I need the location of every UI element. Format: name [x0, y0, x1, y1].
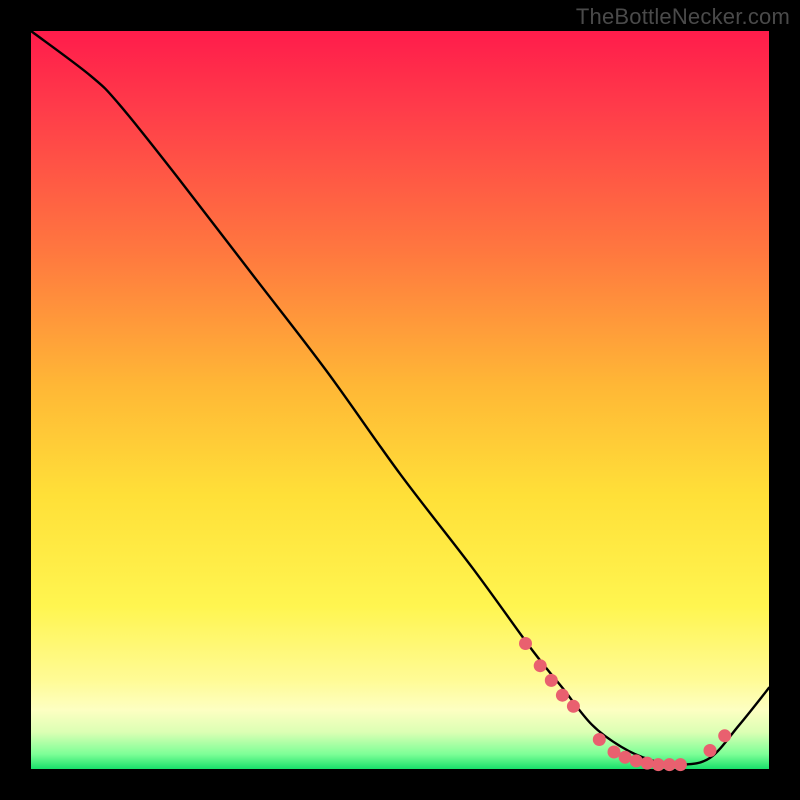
highlight-dot	[608, 746, 621, 759]
highlight-dot	[567, 700, 580, 713]
highlight-dot	[556, 689, 569, 702]
highlight-dot	[619, 751, 632, 764]
highlight-dot	[534, 659, 547, 672]
highlight-dot	[630, 754, 643, 767]
highlight-dot	[545, 674, 558, 687]
bottleneck-curve	[31, 31, 769, 765]
plot-area	[31, 31, 769, 769]
highlight-dot	[704, 744, 717, 757]
highlight-dot	[519, 637, 532, 650]
chart-frame: TheBottleNecker.com	[0, 0, 800, 800]
highlight-dot	[593, 733, 606, 746]
highlight-dot	[652, 758, 665, 771]
highlight-dot	[718, 729, 731, 742]
chart-svg	[31, 31, 769, 769]
highlight-dot	[674, 758, 687, 771]
highlight-dots-group	[519, 637, 731, 771]
highlight-dot	[641, 757, 654, 770]
watermark-text: TheBottleNecker.com	[576, 4, 790, 30]
